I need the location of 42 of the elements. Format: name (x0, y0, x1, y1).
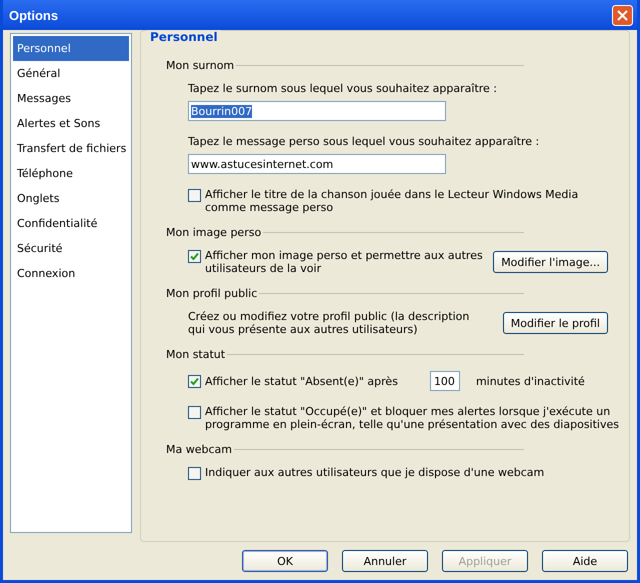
checkbox-label: Afficher le titre de la chanson jouée dans le Lecteur Windows Media comme message perso (205, 188, 580, 214)
checkbox-label: Afficher mon image perso et permettre aux autres utilisateurs de la voir (205, 249, 484, 275)
checkbox-label: Indiquer aux autres utilisateurs que je dispose d'une webcam (205, 466, 544, 479)
checkbox[interactable] (188, 375, 201, 388)
field-label: Tapez le message perso sous lequel vous souhaitez apparaître : (188, 135, 540, 148)
close-icon[interactable] (612, 4, 633, 26)
category-item[interactable]: Général (13, 61, 129, 86)
modify-image-button[interactable]: Modifier l'image... (493, 251, 608, 273)
field-value: Bourrin007 (191, 104, 252, 118)
category-item[interactable]: Alertes et Sons (13, 111, 129, 136)
category-item[interactable]: Messages (13, 86, 129, 111)
modify-profile-button[interactable]: Modifier le profil (502, 312, 608, 334)
input-field[interactable]: Bourrin007 (188, 101, 446, 121)
dialog-button[interactable]: OK (242, 550, 328, 572)
window-title: Options (9, 8, 58, 22)
field-value: www.astucesinternet.com (191, 158, 334, 170)
category-item[interactable]: Onglets (13, 186, 129, 211)
dialog-button[interactable]: Aide (542, 550, 628, 572)
input-field[interactable]: www.astucesinternet.com (188, 154, 446, 174)
checkbox-label: Afficher le statut "Absent(e)" après (205, 374, 398, 388)
dialog-button[interactable]: Annuler (342, 550, 428, 572)
category-item[interactable]: Confidentialité (13, 211, 129, 236)
section-title: Mon image perso (166, 226, 262, 239)
section-title: Mon surnom (166, 59, 234, 72)
panel-title: Personnel (147, 30, 221, 44)
category-item[interactable]: Connexion (13, 261, 129, 286)
checkbox[interactable] (188, 406, 201, 419)
section-title: Mon statut (166, 348, 226, 361)
category-item[interactable]: Téléphone (13, 161, 129, 186)
minutes-field[interactable]: 100 (430, 371, 460, 391)
checkbox[interactable] (188, 467, 201, 480)
description-text: Créez ou modifiez votre profil public (la description qui vous présente aux autres utilisateurs) (188, 310, 470, 336)
category-item[interactable]: Personnel (13, 36, 129, 61)
checkbox[interactable] (188, 250, 201, 263)
category-item[interactable]: Sécurité (13, 236, 129, 261)
checkbox-label: Afficher le statut "Occupé(e)" et bloquer mes alertes lorsque j'exécute un programme en plein-écran, telle qu'une présentation avec des diapositives (205, 405, 620, 431)
checkbox[interactable] (188, 189, 201, 202)
field-label: Tapez le surnom sous lequel vous souhaitez apparaître : (188, 82, 498, 95)
category-item[interactable]: Transfert de fichiers (13, 136, 129, 161)
section-title: Ma webcam (166, 443, 232, 456)
unit-label: minutes d'inactivité (476, 374, 585, 388)
section-title: Mon profil public (166, 287, 258, 300)
